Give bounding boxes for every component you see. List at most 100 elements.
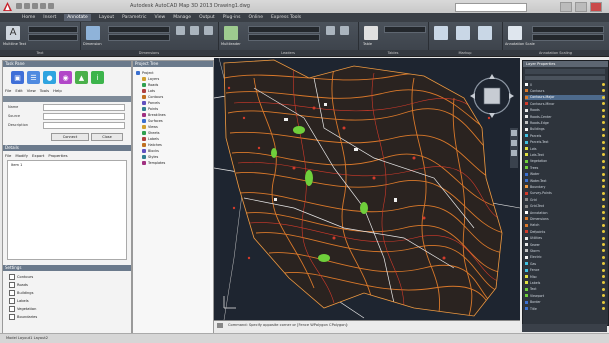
layer-row[interactable]: Hatch bbox=[525, 223, 605, 228]
layer-color-swatch[interactable] bbox=[525, 121, 528, 125]
layer-on-icon[interactable] bbox=[602, 281, 605, 285]
new-icon[interactable] bbox=[16, 3, 22, 9]
menu-tools[interactable]: Tools bbox=[40, 88, 49, 93]
layer-color-swatch[interactable] bbox=[525, 127, 528, 131]
minimize-button[interactable] bbox=[560, 2, 572, 12]
layer-on-icon[interactable] bbox=[602, 172, 605, 176]
tree-item[interactable]: Roads bbox=[142, 83, 158, 87]
tree-item[interactable]: Hatches bbox=[142, 143, 162, 147]
layer-on-icon[interactable] bbox=[602, 204, 605, 208]
layer-row[interactable]: Defpoints bbox=[525, 229, 605, 234]
tree-item[interactable]: Project bbox=[136, 71, 154, 75]
redo-icon[interactable] bbox=[48, 3, 54, 9]
checkbox[interactable] bbox=[9, 274, 15, 280]
layer-row[interactable]: Annotation bbox=[525, 210, 605, 215]
layer-row[interactable]: Roads-Center bbox=[525, 114, 605, 119]
layer-on-icon[interactable] bbox=[602, 275, 605, 278]
layer-color-swatch[interactable] bbox=[525, 191, 528, 195]
layer-on-icon[interactable] bbox=[602, 95, 605, 99]
layer-on-icon[interactable] bbox=[602, 108, 605, 112]
layer-on-icon[interactable] bbox=[602, 127, 605, 131]
layer-row[interactable]: Parcels bbox=[525, 133, 605, 138]
layer-on-icon[interactable] bbox=[602, 102, 605, 106]
layer-row[interactable]: Lots-Text bbox=[525, 152, 605, 157]
layer-row[interactable]: Water-Text bbox=[525, 178, 605, 183]
layer-on-icon[interactable] bbox=[602, 294, 605, 298]
sync-scale-combo[interactable] bbox=[532, 34, 604, 41]
leader-style-combo[interactable] bbox=[248, 26, 320, 33]
checkbox[interactable] bbox=[9, 290, 15, 296]
layer-on-icon[interactable] bbox=[602, 147, 605, 150]
layer-color-swatch[interactable] bbox=[525, 300, 528, 304]
layer-color-swatch[interactable] bbox=[525, 166, 528, 170]
command-line[interactable]: Command: Specify opposite corner or [Fen… bbox=[214, 320, 520, 330]
layer-color-swatch[interactable] bbox=[525, 89, 528, 93]
text-style-combo[interactable] bbox=[28, 26, 78, 33]
layer-on-icon[interactable] bbox=[602, 121, 605, 125]
layer-on-icon[interactable] bbox=[602, 115, 605, 118]
layer-color-swatch[interactable] bbox=[525, 223, 528, 227]
layer-on-icon[interactable] bbox=[602, 159, 605, 163]
tree-item[interactable]: Points bbox=[142, 107, 158, 111]
ribbon-tab-layout[interactable]: Layout bbox=[99, 15, 114, 20]
layer-row[interactable]: 0 bbox=[525, 82, 605, 87]
checkbox[interactable] bbox=[9, 298, 15, 304]
ribbon-tab-parametric[interactable]: Parametric bbox=[122, 15, 146, 20]
list-item[interactable]: Item 1 bbox=[11, 163, 22, 167]
layer-on-icon[interactable] bbox=[602, 153, 605, 157]
layer-row[interactable]: Roads-Edge bbox=[525, 120, 605, 125]
maximize-button[interactable] bbox=[575, 2, 587, 12]
markup-import-icon[interactable] bbox=[478, 26, 492, 40]
ribbon-tab-home[interactable]: Home bbox=[22, 15, 35, 20]
tree-item[interactable]: Lots bbox=[142, 89, 155, 93]
layer-on-icon[interactable] bbox=[602, 83, 605, 86]
map-icon[interactable]: ▣ bbox=[11, 71, 24, 84]
layer-on-icon[interactable] bbox=[602, 179, 605, 182]
checkbox-row[interactable]: Vegetation bbox=[9, 306, 36, 312]
layer-color-swatch[interactable] bbox=[525, 287, 528, 291]
layer-color-swatch[interactable] bbox=[525, 217, 528, 221]
layer-row[interactable]: Title bbox=[525, 306, 605, 311]
layer-on-icon[interactable] bbox=[602, 307, 605, 310]
layer-on-icon[interactable] bbox=[602, 255, 605, 259]
baseline-dim-icon[interactable] bbox=[204, 26, 213, 35]
layer-color-swatch[interactable] bbox=[525, 294, 528, 298]
layer-color-swatch[interactable] bbox=[525, 211, 528, 214]
globe-icon[interactable]: ● bbox=[43, 71, 56, 84]
layer-row[interactable]: Utilities bbox=[525, 236, 605, 241]
continue-dim-icon[interactable] bbox=[190, 26, 199, 35]
align-leader-icon[interactable] bbox=[340, 26, 349, 35]
pan-icon[interactable] bbox=[511, 130, 517, 136]
layer-row[interactable]: Grid-Text bbox=[525, 204, 605, 209]
layer-color-swatch[interactable] bbox=[525, 249, 528, 253]
layer-on-icon[interactable] bbox=[602, 198, 605, 202]
layer-color-swatch[interactable] bbox=[525, 275, 528, 278]
layer-on-icon[interactable] bbox=[602, 134, 605, 138]
multiline-text-icon[interactable]: A bbox=[6, 26, 20, 40]
ribbon-tab-manage[interactable]: Manage bbox=[173, 15, 191, 20]
add-leader-icon[interactable] bbox=[326, 26, 335, 35]
multileader-icon[interactable] bbox=[224, 26, 238, 40]
tree-item[interactable]: Labels bbox=[142, 137, 159, 141]
ribbon-tab-view[interactable]: View bbox=[155, 15, 166, 20]
layer-on-icon[interactable] bbox=[602, 230, 605, 234]
layer-row[interactable]: Border bbox=[525, 300, 605, 305]
layer-on-icon[interactable] bbox=[602, 236, 605, 240]
tree-item[interactable]: Templates bbox=[142, 161, 165, 165]
layer-on-icon[interactable] bbox=[602, 185, 605, 189]
layer-color-swatch[interactable] bbox=[525, 255, 528, 259]
database-icon[interactable]: ◉ bbox=[59, 71, 72, 84]
layer-color-swatch[interactable] bbox=[525, 172, 528, 176]
layer-on-icon[interactable] bbox=[602, 287, 605, 291]
layer-on-icon[interactable] bbox=[602, 300, 605, 304]
app-logo-icon[interactable] bbox=[3, 2, 12, 11]
layer-color-swatch[interactable] bbox=[525, 179, 528, 182]
open-icon[interactable] bbox=[24, 3, 30, 9]
dim-layer-combo[interactable] bbox=[108, 34, 170, 41]
layer-on-icon[interactable] bbox=[602, 243, 605, 246]
tree-item[interactable]: Views bbox=[142, 125, 158, 129]
layer-row[interactable]: Fence bbox=[525, 268, 605, 273]
layer-color-swatch[interactable] bbox=[525, 230, 528, 234]
layer-row[interactable]: Text bbox=[525, 287, 605, 292]
ribbon-tab-output[interactable]: Output bbox=[199, 15, 215, 20]
